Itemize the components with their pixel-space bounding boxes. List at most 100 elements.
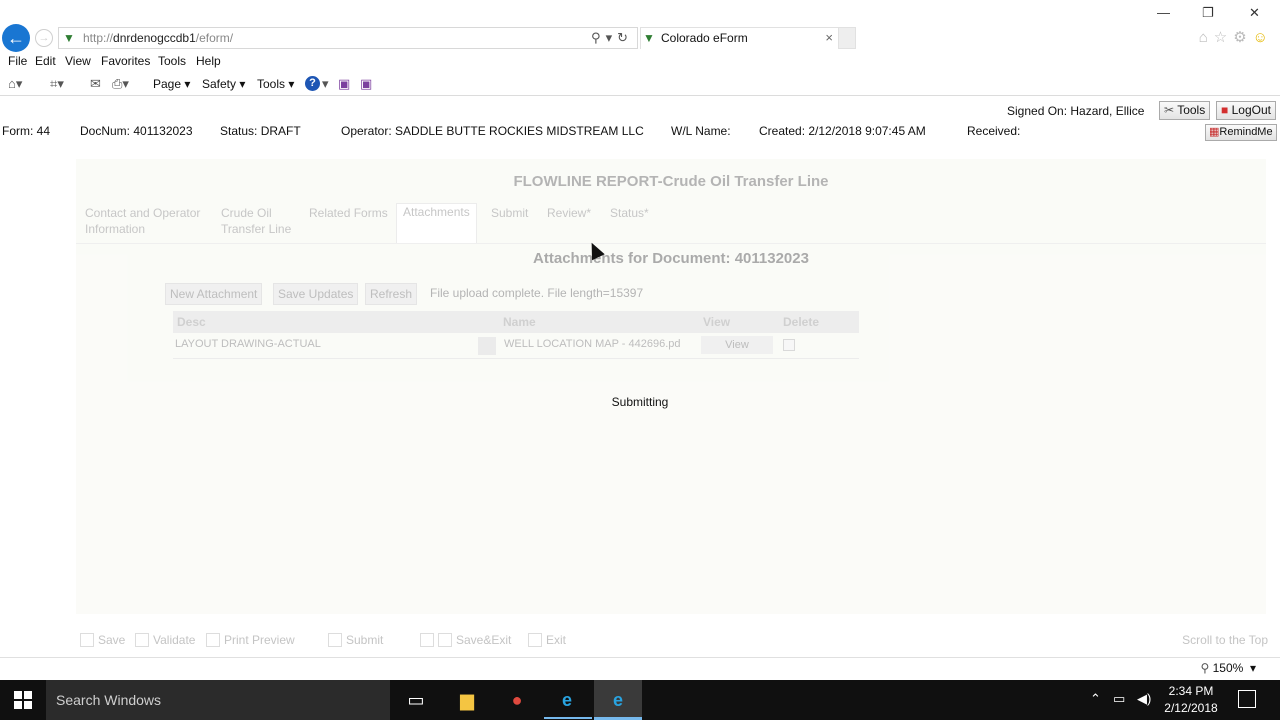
- scroll-to-top-link[interactable]: Scroll to the Top: [1182, 633, 1268, 647]
- browser-tab[interactable]: ▼ Colorado eForm ×: [640, 27, 840, 49]
- file-explorer-icon[interactable]: ▆: [455, 688, 479, 712]
- task-view-icon[interactable]: ▭: [404, 688, 428, 712]
- search-placeholder: Search Windows: [56, 692, 162, 708]
- notifications-icon[interactable]: [1238, 690, 1256, 708]
- submitting-message: Submitting: [611, 395, 669, 409]
- network-icon[interactable]: ▭: [1113, 691, 1125, 707]
- form-number: Form: 44: [2, 124, 51, 138]
- tab-related-forms[interactable]: Related Forms: [309, 205, 388, 221]
- save-button[interactable]: Save: [80, 633, 125, 647]
- new-tab-button[interactable]: [838, 27, 856, 49]
- help-dropdown-icon[interactable]: ▾: [322, 76, 329, 92]
- forward-arrow-icon: →: [38, 32, 50, 44]
- restore-icon[interactable]: ❐: [1202, 5, 1214, 21]
- refresh-icon[interactable]: ↻: [617, 30, 633, 45]
- onenote-icon[interactable]: ▣: [338, 76, 350, 92]
- validate-button[interactable]: Validate: [135, 633, 195, 647]
- tab-attachments[interactable]: Attachments: [396, 203, 477, 243]
- tab-label: Attachments: [403, 205, 470, 219]
- address-bar[interactable]: ▼ http://dnrdenogccdb1/eform/ ⚲▾↻: [58, 27, 638, 49]
- feedback-smiley-icon[interactable]: ☺: [1253, 29, 1274, 46]
- address-url[interactable]: http://dnrdenogccdb1/eform/: [83, 31, 233, 45]
- print-icon[interactable]: ⎙▾: [112, 76, 129, 92]
- validate-icon: [135, 633, 149, 647]
- new-attachment-button[interactable]: New Attachment: [165, 283, 263, 305]
- safety-menu[interactable]: Safety ▾: [202, 77, 245, 91]
- save-exit-icon: [420, 633, 434, 647]
- tab-title: Colorado eForm: [661, 31, 748, 45]
- tab-crude-oil-transfer-line[interactable]: Crude Oil Transfer Line: [221, 205, 291, 237]
- home-small-icon[interactable]: ⌂▾: [8, 76, 22, 92]
- doc-number: DocNum: 401132023: [80, 124, 193, 138]
- home-icon[interactable]: ⌂: [1199, 29, 1214, 46]
- save-icon: [80, 633, 94, 647]
- chrome-icon[interactable]: ●: [505, 688, 529, 712]
- submit-button[interactable]: Submit: [328, 633, 383, 647]
- save-exit-button[interactable]: Save&Exit: [420, 633, 511, 647]
- menu-view[interactable]: View: [65, 54, 91, 68]
- logout-icon: ■: [1221, 103, 1229, 117]
- internet-explorer-icon[interactable]: e: [555, 688, 579, 712]
- settings-gear-icon[interactable]: ⚙: [1233, 29, 1252, 46]
- submit-label: Submit: [346, 633, 384, 647]
- close-window-icon[interactable]: ✕: [1249, 5, 1260, 21]
- logout-button[interactable]: ■ LogOut: [1216, 101, 1276, 120]
- internet-explorer-active-icon[interactable]: e: [606, 688, 630, 712]
- zoom-control[interactable]: ⚲ 150% ▾: [1200, 661, 1256, 675]
- tray-chevron-icon[interactable]: ⌃: [1090, 691, 1101, 707]
- attachments-grid-header: Desc Name View Delete: [173, 311, 859, 333]
- search-icon[interactable]: ⚲: [591, 30, 606, 45]
- browser-right-icons: ⌂☆⚙☺: [1199, 28, 1274, 46]
- menu-help[interactable]: Help: [196, 54, 221, 68]
- logout-button-label: LogOut: [1231, 103, 1271, 117]
- windows-taskbar: Search Windows ▭ ▆ ● e e ⌃ ▭ ◀) 2:34 PM …: [0, 680, 1280, 720]
- browser-status-bar: ⚲ 150% ▾: [0, 657, 1280, 680]
- menu-file[interactable]: File: [8, 54, 27, 68]
- dropdown-icon[interactable]: ▾: [606, 30, 618, 45]
- tab-status[interactable]: Status*: [610, 205, 649, 221]
- save-updates-button[interactable]: Save Updates: [273, 283, 359, 305]
- menu-tools[interactable]: Tools: [158, 54, 186, 68]
- remindme-button[interactable]: ▦RemindMe: [1205, 124, 1277, 141]
- tools-menu[interactable]: Tools ▾: [257, 77, 294, 91]
- print-preview-button[interactable]: Print Preview: [206, 633, 295, 647]
- validate-label: Validate: [153, 633, 196, 647]
- taskbar-search[interactable]: Search Windows: [46, 680, 390, 720]
- back-arrow-icon: ←: [7, 28, 25, 48]
- upload-status-message: File upload complete. File length=15397: [430, 286, 644, 300]
- menu-edit[interactable]: Edit: [35, 54, 56, 68]
- operator-name: Operator: SADDLE BUTTE ROCKIES MIDSTREAM…: [341, 124, 644, 138]
- start-windows-icon[interactable]: [14, 691, 32, 709]
- exit-button[interactable]: Exit: [528, 633, 566, 647]
- view-attachment-button[interactable]: View: [701, 336, 773, 354]
- close-tab-icon[interactable]: ×: [825, 30, 833, 45]
- taskbar-clock[interactable]: 2:34 PM 2/12/2018: [1156, 683, 1226, 717]
- back-button[interactable]: ←: [2, 24, 30, 52]
- tab-contact-operator[interactable]: Contact and Operator Information: [85, 205, 200, 237]
- tab-review[interactable]: Review*: [547, 205, 591, 221]
- volume-icon[interactable]: ◀): [1137, 691, 1151, 707]
- tools-button[interactable]: ✂ Tools: [1159, 101, 1211, 120]
- favorites-star-icon[interactable]: ☆: [1214, 29, 1233, 46]
- exit-label: Exit: [546, 633, 567, 647]
- minimize-icon[interactable]: —: [1157, 5, 1170, 20]
- delete-checkbox[interactable]: [783, 339, 795, 351]
- tab-submit[interactable]: Submit: [491, 205, 528, 221]
- save-exit-icon-2: [438, 633, 452, 647]
- received-label: Received:: [967, 124, 1021, 138]
- page-menu[interactable]: Page ▾: [153, 77, 190, 91]
- row-name[interactable]: WELL LOCATION MAP - 442696.pd: [504, 338, 680, 350]
- refresh-button[interactable]: Refresh: [365, 283, 418, 305]
- lync-icon[interactable]: ▣: [360, 76, 372, 92]
- ie-running-indicator: [544, 717, 592, 719]
- forward-button[interactable]: →: [35, 29, 53, 47]
- feeds-icon[interactable]: ⌗▾: [50, 76, 64, 92]
- tab-label: Crude Oil: [221, 206, 272, 220]
- tab-label: Review*: [547, 206, 592, 220]
- mail-icon[interactable]: ✉: [90, 76, 101, 92]
- help-icon[interactable]: ?: [305, 76, 320, 91]
- table-row: LAYOUT DRAWING-ACTUAL WELL LOCATION MAP …: [173, 333, 859, 359]
- column-name: Name: [503, 315, 536, 329]
- menu-favorites[interactable]: Favorites: [101, 54, 150, 68]
- signed-on-text: Signed On: Hazard, Ellice: [1007, 104, 1145, 118]
